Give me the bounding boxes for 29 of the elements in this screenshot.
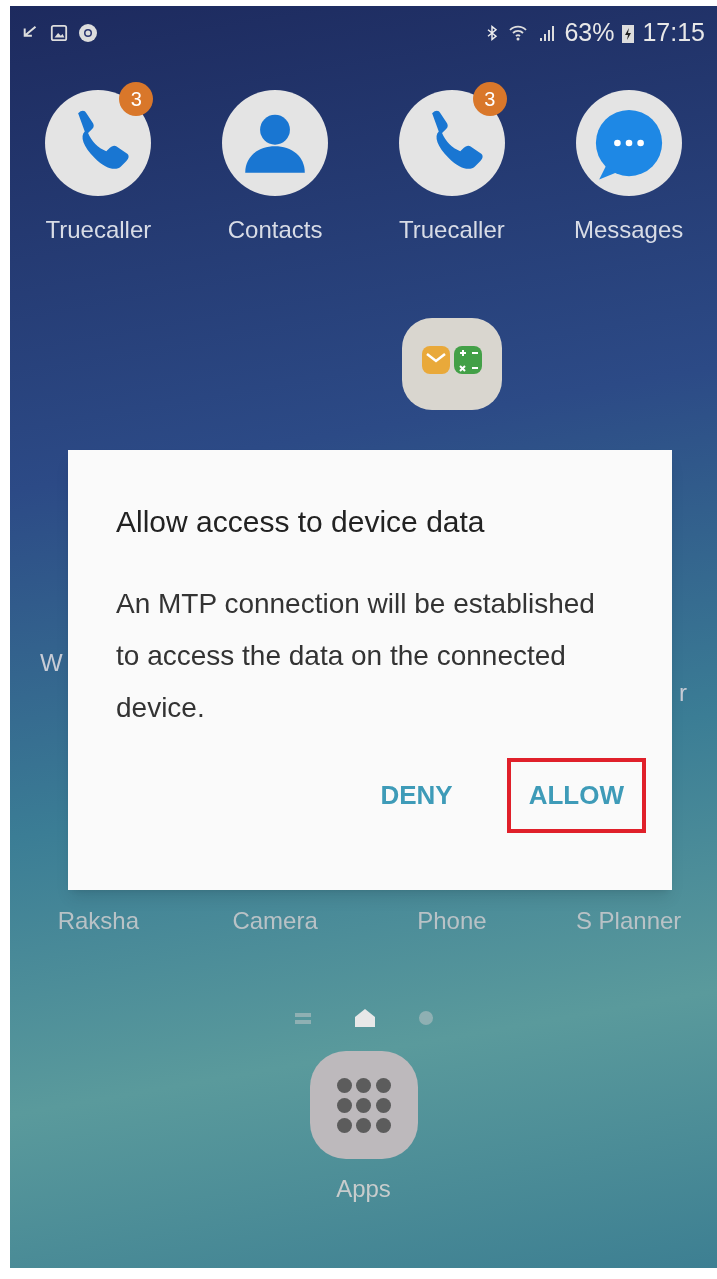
dialog-button[interactable]: ALLOW — [506, 758, 646, 833]
app-label[interactable]: Raksha — [57, 903, 140, 939]
phone-icon[interactable] — [398, 90, 505, 196]
app-label[interactable]: Truecaller — [45, 212, 152, 248]
person-icon[interactable] — [222, 90, 329, 196]
phone-icon[interactable] — [45, 90, 152, 196]
page-dot-icon[interactable] — [418, 1011, 433, 1025]
app-label[interactable]: Phone — [417, 903, 487, 939]
apps-button[interactable] — [309, 1051, 418, 1159]
clock: 17:15 — [642, 17, 705, 49]
dialog-message: An MTP connection will be established to access the data on the connected device. — [116, 587, 596, 725]
dialog-button[interactable]: DENY — [372, 758, 461, 833]
chat-bubble-icon[interactable] — [575, 90, 682, 196]
apps-label[interactable]: Apps — [336, 1171, 391, 1207]
app-label[interactable]: Messages — [573, 212, 684, 248]
wifi-icon — [508, 23, 529, 43]
notification-badge: 3 — [119, 82, 154, 116]
app-label[interactable]: W — [40, 645, 63, 711]
app-label[interactable]: r — [679, 675, 687, 711]
app-label[interactable]: Contacts — [227, 212, 323, 248]
battery-charging-icon — [622, 23, 635, 43]
home-page-icon[interactable] — [354, 1009, 375, 1027]
app-label[interactable]: Camera — [232, 903, 318, 939]
notification-badge: 3 — [472, 82, 507, 116]
image-icon — [50, 24, 68, 42]
app-label[interactable]: S Planner — [575, 903, 682, 939]
app-label[interactable]: Truecaller — [398, 212, 505, 248]
dialog-title: Allow access to device data — [116, 504, 486, 540]
battery-percent: 63% — [564, 17, 615, 49]
